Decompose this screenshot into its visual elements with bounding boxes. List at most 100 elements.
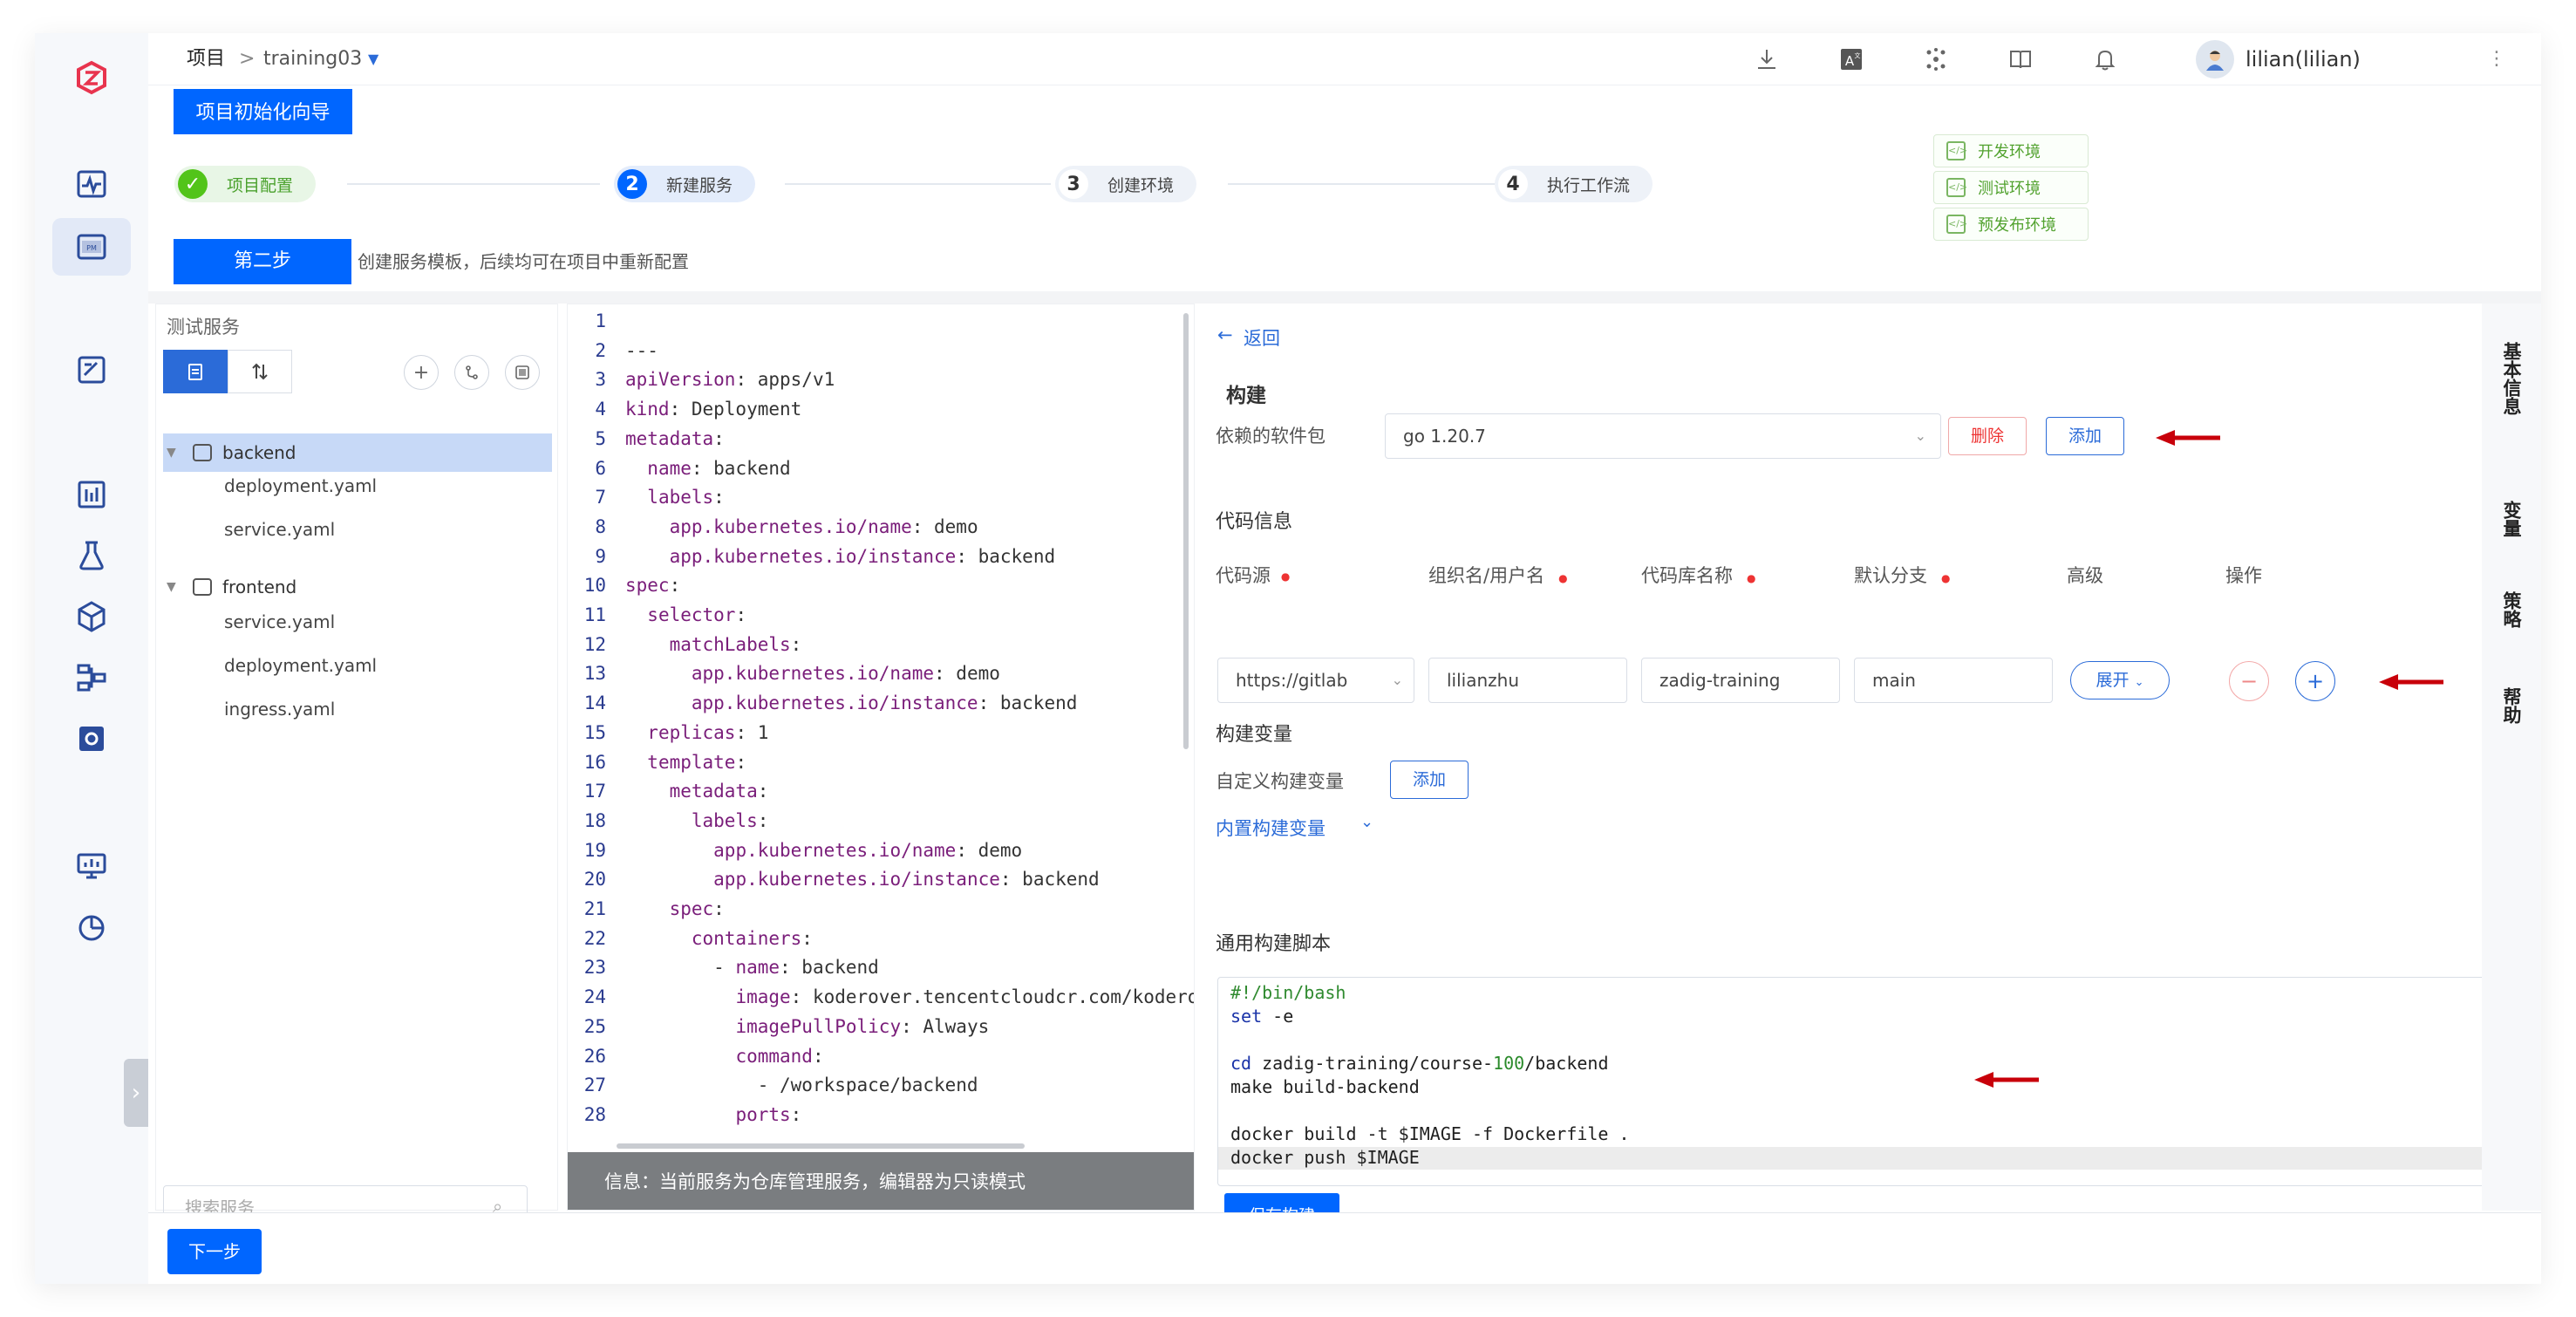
code-line: 2 ---: [568, 336, 658, 365]
step-new-service[interactable]: 2 新建服务: [614, 166, 756, 202]
more-menu-icon[interactable]: ⋮: [2487, 42, 2506, 77]
git-branch-icon[interactable]: [454, 355, 489, 390]
code-source-select[interactable]: https://gitlab ⌄: [1217, 658, 1414, 703]
remove-repo-icon[interactable]: −: [2229, 661, 2269, 701]
zadig-logo-icon[interactable]: [52, 49, 131, 106]
project-init-guide-button[interactable]: 项目初始化向导: [174, 89, 352, 134]
pie-chart-icon[interactable]: [52, 898, 131, 956]
file-item[interactable]: service.yaml: [224, 603, 335, 641]
tab-help[interactable]: 帮助: [2501, 687, 2522, 724]
step-run-workflow[interactable]: 4 执行工作流: [1495, 166, 1653, 202]
left-nav: PM ›: [35, 33, 148, 1284]
env-tag-test[interactable]: </> 测试环境: [1933, 171, 2089, 204]
chevron-down-icon[interactable]: ▼: [167, 580, 193, 594]
expand-advanced-button[interactable]: 展开 ⌄: [2070, 661, 2170, 699]
line-text: labels:: [647, 487, 725, 508]
line-text: selector:: [647, 604, 747, 625]
line-number: 2: [595, 339, 606, 361]
env-tag-staging[interactable]: </> 预发布环境: [1933, 208, 2089, 241]
breadcrumb-project[interactable]: 项目: [187, 42, 225, 77]
line-number: 8: [595, 515, 606, 537]
service-icon: [193, 444, 212, 461]
repo-input[interactable]: zadig-training: [1641, 658, 1840, 703]
line-text: matchLabels:: [669, 633, 802, 655]
docs-book-icon[interactable]: [2003, 42, 2038, 77]
delete-dep-button[interactable]: 删除: [1948, 417, 2027, 455]
tab-service-sort[interactable]: [228, 350, 292, 393]
add-custom-var-button[interactable]: 添加: [1390, 761, 1469, 799]
add-repo-icon[interactable]: +: [2295, 661, 2335, 701]
tab-variables[interactable]: 变量: [2501, 501, 2522, 537]
line-text: ---: [625, 339, 658, 361]
code-line: 26 command:: [568, 1041, 824, 1071]
builtin-vars-toggle[interactable]: 内置构建变量: [1216, 815, 1325, 841]
script-line: set -e: [1230, 1006, 1294, 1027]
build-script-editor[interactable]: #!/bin/bash set -e cd zadig-training/cours…: [1217, 977, 2485, 1186]
file-item[interactable]: service.yaml: [224, 510, 335, 549]
line-text: image: koderover.tencentcloudcr.com/kode…: [735, 986, 1195, 1008]
service-item-frontend[interactable]: ▼ frontend: [163, 568, 552, 606]
add-dep-button[interactable]: 添加: [2046, 417, 2124, 455]
artifact-icon[interactable]: [52, 588, 131, 645]
project-dropdown-icon[interactable]: ▼: [368, 42, 378, 77]
avatar[interactable]: [2196, 40, 2234, 78]
report-icon[interactable]: [52, 466, 131, 523]
settings-box-icon[interactable]: [52, 710, 131, 768]
chevron-down-icon[interactable]: ⌄: [1360, 813, 1373, 831]
file-item[interactable]: ingress.yaml: [224, 690, 335, 728]
tab-strategy[interactable]: 策略: [2501, 591, 2522, 628]
step-connector: [1228, 183, 1507, 185]
expand-nav-button[interactable]: ›: [124, 1059, 148, 1127]
plugin-icon[interactable]: [1918, 42, 1953, 77]
org-input[interactable]: lilianzhu: [1428, 658, 1627, 703]
edit-icon[interactable]: [52, 341, 131, 399]
activity-icon[interactable]: [52, 155, 131, 213]
line-number: 19: [583, 839, 606, 861]
line-number: 14: [583, 693, 606, 714]
script-title: 通用构建脚本: [1216, 933, 1332, 955]
env-tag-dev[interactable]: </> 开发环境: [1933, 134, 2089, 167]
deps-select[interactable]: go 1.20.7 ⌄: [1385, 413, 1941, 459]
chevron-down-icon[interactable]: ▼: [167, 446, 193, 460]
required-dot-icon: ●: [1941, 572, 1951, 584]
code-line: 21 spec:: [568, 894, 725, 924]
monitor-icon[interactable]: [52, 837, 131, 895]
language-icon[interactable]: A文: [1834, 42, 1869, 77]
next-step-button[interactable]: 下一步: [167, 1229, 262, 1274]
build-config-panel: ← 返回 构建 依赖的软件包 go 1.20.7 ⌄ 删除 添加 代码信息 代码…: [1210, 304, 2508, 1239]
step-number: 3: [1059, 169, 1088, 199]
notification-bell-icon[interactable]: [2088, 42, 2123, 77]
script-line: cd zadig-training/course-100/backend: [1230, 1053, 1609, 1074]
editor-horizontal-scrollbar[interactable]: [617, 1143, 1025, 1149]
code-line: 10 spec:: [568, 570, 681, 600]
breadcrumb-project-name[interactable]: training03: [263, 42, 362, 77]
code-line: 15 replicas: 1: [568, 718, 769, 747]
back-link[interactable]: 返回: [1244, 324, 1280, 351]
sort-icon: [252, 363, 268, 380]
step-create-env[interactable]: 3 创建环境: [1055, 166, 1197, 202]
code-line: 13 app.kubernetes.io/name: demo: [568, 658, 1000, 688]
deps-label: 依赖的软件包: [1216, 426, 1325, 447]
test-flask-icon[interactable]: [52, 527, 131, 584]
add-service-icon[interactable]: +: [404, 355, 439, 390]
code-line: 5 metadata:: [568, 424, 724, 454]
download-icon[interactable]: [1749, 42, 1784, 77]
editor-vertical-scrollbar[interactable]: [1183, 313, 1189, 749]
branch-input[interactable]: main: [1854, 658, 2053, 703]
footer-bar: 下一步: [148, 1212, 2541, 1284]
yaml-editor[interactable]: 1 2 --- 3 apiVersion: apps/v1 4 kind: Deployme…: [567, 304, 1195, 1211]
step-number: 2: [617, 169, 647, 199]
template-icon[interactable]: [505, 355, 540, 390]
code-line: 17 metadata:: [568, 776, 769, 806]
user-name[interactable]: lilian(lilian): [2245, 42, 2361, 77]
workflow-icon[interactable]: [52, 649, 131, 706]
file-item[interactable]: deployment.yaml: [224, 467, 377, 505]
project-icon[interactable]: PM: [52, 218, 131, 276]
step-project-config[interactable]: ✓ 项目配置: [174, 166, 317, 202]
line-number: 4: [595, 399, 606, 420]
back-arrow-icon[interactable]: ←: [1217, 324, 1233, 345]
file-item[interactable]: deployment.yaml: [224, 646, 377, 685]
tab-service-list[interactable]: [163, 350, 228, 393]
step-label: 创建环境: [1107, 175, 1175, 195]
tab-basic-info[interactable]: 基本信息: [2501, 342, 2522, 415]
